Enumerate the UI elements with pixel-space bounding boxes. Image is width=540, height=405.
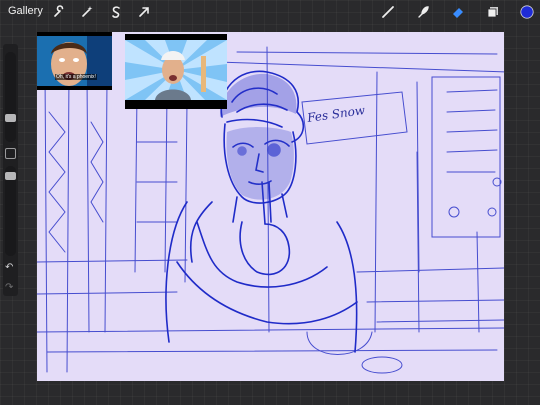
brush-icon[interactable] <box>379 3 397 21</box>
burst-background-image <box>125 40 227 100</box>
man-face-image <box>37 36 112 86</box>
reference-photo-1[interactable]: Oh, it's a phoenix! <box>37 32 112 90</box>
selection-icon[interactable] <box>107 3 125 21</box>
drawing-canvas[interactable]: Fes Snow Oh, it's a phoenix! <box>37 32 504 381</box>
brush-size-thumb[interactable] <box>5 114 16 122</box>
opacity-thumb[interactable] <box>5 172 16 180</box>
opacity-slider[interactable] <box>5 166 16 256</box>
undo-icon[interactable]: ↶ <box>5 262 13 273</box>
redo-icon[interactable]: ↷ <box>5 282 13 293</box>
eraser-icon[interactable] <box>449 3 467 21</box>
top-toolbar: Gallery <box>0 0 540 24</box>
smudge-icon[interactable] <box>414 3 432 21</box>
layers-icon[interactable] <box>484 3 502 21</box>
modify-button[interactable] <box>5 148 16 159</box>
color-swatch[interactable] <box>518 3 536 21</box>
magic-wand-icon[interactable] <box>78 3 96 21</box>
brush-size-slider[interactable] <box>5 52 16 142</box>
reference-caption: Oh, it's a phoenix! <box>55 74 97 80</box>
gallery-button[interactable]: Gallery <box>8 5 43 17</box>
arrow-icon[interactable] <box>135 3 153 21</box>
left-sidebar: ↶ ↷ <box>3 44 18 296</box>
wrench-icon[interactable] <box>50 3 68 21</box>
reference-photo-2[interactable] <box>125 34 227 109</box>
